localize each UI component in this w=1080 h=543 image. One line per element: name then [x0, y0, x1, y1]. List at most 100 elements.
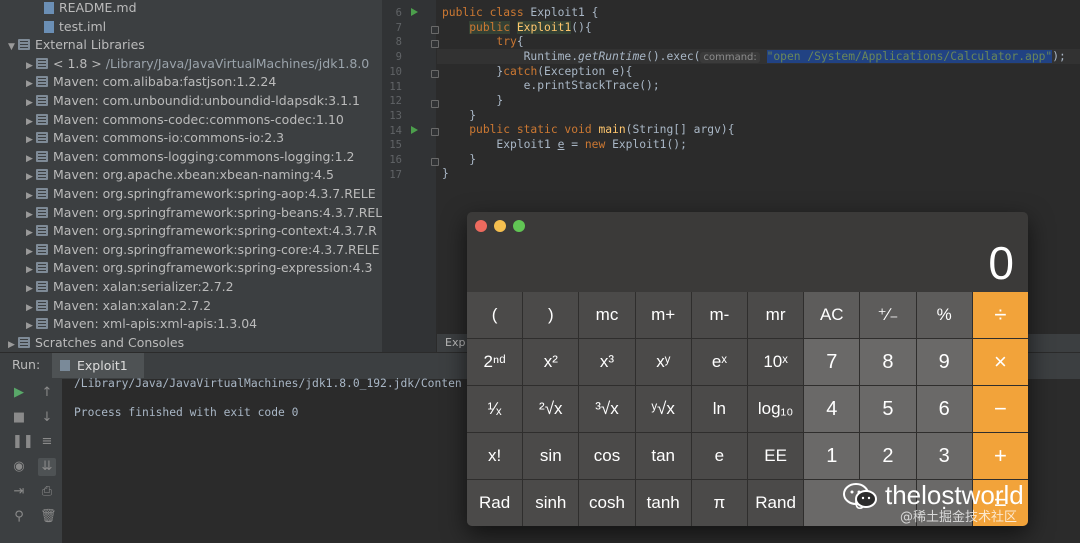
- collapsed-arrow-icon[interactable]: ▶: [26, 280, 36, 298]
- calc-key[interactable]: (: [467, 292, 523, 338]
- calc-key[interactable]: x³: [579, 339, 635, 385]
- calc-key[interactable]: ⁺∕₋: [860, 292, 916, 338]
- calc-key[interactable]: π: [691, 480, 747, 526]
- tree-item[interactable]: ▶ Maven: commons-io:commons-io:2.3: [26, 129, 284, 147]
- stop-icon[interactable]: ■: [12, 411, 26, 425]
- calc-key[interactable]: 3: [916, 433, 972, 479]
- calc-key[interactable]: mr: [748, 292, 804, 338]
- calc-key[interactable]: ): [523, 292, 579, 338]
- scroll-to-end-icon[interactable]: ⇊: [38, 458, 56, 476]
- tree-item[interactable]: ▶ Maven: org.springframework:spring-conte…: [26, 222, 377, 240]
- tree-item[interactable]: ▶ Maven: xml-apis:xml-apis:1.3.04: [26, 315, 257, 333]
- calc-key[interactable]: tanh: [635, 480, 691, 526]
- calc-key[interactable]: m+: [635, 292, 691, 338]
- expanded-arrow-icon[interactable]: ▼: [8, 38, 18, 56]
- calc-key[interactable]: ²√x: [523, 386, 579, 432]
- minimize-window-button[interactable]: [494, 220, 506, 232]
- collapsed-arrow-icon[interactable]: ▶: [26, 299, 36, 317]
- exit-icon[interactable]: ⇥: [12, 485, 26, 499]
- collapsed-arrow-icon[interactable]: ▶: [26, 317, 36, 335]
- run-main-icon[interactable]: [411, 126, 419, 134]
- calc-key[interactable]: x!: [467, 433, 523, 479]
- tree-item[interactable]: ▶ Maven: org.apache.xbean:xbean-naming:4.…: [26, 166, 334, 184]
- run-class-icon[interactable]: [411, 8, 419, 16]
- calc-key[interactable]: ×: [972, 339, 1028, 385]
- collapsed-arrow-icon[interactable]: ▶: [26, 243, 36, 261]
- editor-tab[interactable]: Exp: [445, 334, 465, 352]
- tree-item[interactable]: ▶ Scratches and Consoles: [8, 334, 184, 352]
- tree-item[interactable]: ▶ Maven: org.springframework:spring-core:…: [26, 241, 380, 259]
- tree-item[interactable]: ▶ Maven: com.alibaba:fastjson:1.2.24: [26, 73, 276, 91]
- collapsed-arrow-icon[interactable]: ▶: [26, 168, 36, 186]
- calc-key[interactable]: 8: [860, 339, 916, 385]
- calc-key[interactable]: sinh: [523, 480, 579, 526]
- rerun-icon[interactable]: ▶: [12, 386, 26, 400]
- fold-icon[interactable]: [431, 70, 439, 78]
- calc-key[interactable]: 9: [916, 339, 972, 385]
- calc-key[interactable]: m-: [691, 292, 747, 338]
- collapsed-arrow-icon[interactable]: ▶: [26, 94, 36, 112]
- calc-key[interactable]: −: [972, 386, 1028, 432]
- collapsed-arrow-icon[interactable]: ▶: [26, 131, 36, 149]
- collapsed-arrow-icon[interactable]: ▶: [26, 57, 36, 75]
- calc-key[interactable]: sin: [523, 433, 579, 479]
- calc-key[interactable]: 5: [860, 386, 916, 432]
- fold-icon[interactable]: [431, 26, 439, 34]
- calc-key[interactable]: 10ˣ: [748, 339, 804, 385]
- print-icon[interactable]: ⎙: [40, 485, 54, 499]
- tree-item[interactable]: ▶ Maven: org.springframework:spring-beans…: [26, 204, 382, 222]
- calc-key[interactable]: Rand: [748, 480, 804, 526]
- pin-icon[interactable]: ⚲: [12, 510, 26, 524]
- tree-item[interactable]: ▶ Maven: org.springframework:spring-expre…: [26, 259, 373, 277]
- collapsed-arrow-icon[interactable]: ▶: [26, 187, 36, 205]
- calc-key[interactable]: %: [916, 292, 972, 338]
- calc-key[interactable]: x²: [523, 339, 579, 385]
- calc-key[interactable]: 2: [860, 433, 916, 479]
- calc-key[interactable]: ÷: [972, 292, 1028, 338]
- collapsed-arrow-icon[interactable]: ▶: [26, 206, 36, 224]
- collapsed-arrow-icon[interactable]: ▶: [26, 150, 36, 168]
- tree-item[interactable]: ▶ Maven: commons-logging:commons-logging:…: [26, 148, 355, 166]
- collapsed-arrow-icon[interactable]: ▶: [26, 75, 36, 93]
- calc-key[interactable]: 6: [916, 386, 972, 432]
- tree-item[interactable]: test.iml: [44, 18, 106, 36]
- up-arrow-icon[interactable]: ↑: [40, 386, 54, 400]
- calc-key[interactable]: Rad: [467, 480, 523, 526]
- calc-key[interactable]: ³√x: [579, 386, 635, 432]
- tree-item[interactable]: ▶ Maven: com.unboundid:unboundid-ldapsdk:…: [26, 92, 360, 110]
- fold-icon[interactable]: [431, 128, 439, 136]
- calc-key[interactable]: 4: [804, 386, 860, 432]
- soft-wrap-icon[interactable]: ≡: [40, 435, 54, 449]
- tree-item[interactable]: ▼ External Libraries: [8, 36, 145, 54]
- run-tab-exploit1[interactable]: Exploit1: [52, 353, 144, 378]
- tree-item[interactable]: README.md: [44, 0, 137, 17]
- calc-key[interactable]: cosh: [579, 480, 635, 526]
- close-window-button[interactable]: [475, 220, 487, 232]
- fold-icon[interactable]: [431, 100, 439, 108]
- tree-item[interactable]: ▶ < 1.8 > /Library/Java/JavaVirtualMachin…: [26, 55, 369, 73]
- calc-key[interactable]: log₁₀: [748, 386, 804, 432]
- pause-icon[interactable]: ❚❚: [12, 435, 34, 449]
- collapsed-arrow-icon[interactable]: ▶: [26, 113, 36, 131]
- calc-key[interactable]: cos: [579, 433, 635, 479]
- calc-key[interactable]: EE: [748, 433, 804, 479]
- calc-key[interactable]: ln: [691, 386, 747, 432]
- calc-key[interactable]: AC: [804, 292, 860, 338]
- calc-key[interactable]: 2ⁿᵈ: [467, 339, 523, 385]
- calc-key[interactable]: tan: [635, 433, 691, 479]
- collapsed-arrow-icon[interactable]: ▶: [26, 224, 36, 242]
- calc-key[interactable]: +: [972, 433, 1028, 479]
- calc-key[interactable]: ʸ√x: [635, 386, 691, 432]
- calc-key[interactable]: ¹∕ₓ: [467, 386, 523, 432]
- calc-key[interactable]: xʸ: [635, 339, 691, 385]
- calc-key[interactable]: e: [691, 433, 747, 479]
- calc-key[interactable]: 7: [804, 339, 860, 385]
- down-arrow-icon[interactable]: ↓: [40, 411, 54, 425]
- fold-icon[interactable]: [431, 158, 439, 166]
- tree-item[interactable]: ▶ Maven: xalan:serializer:2.7.2: [26, 278, 234, 296]
- calc-key[interactable]: 1: [804, 433, 860, 479]
- camera-icon[interactable]: ◉: [12, 460, 26, 474]
- collapsed-arrow-icon[interactable]: ▶: [8, 336, 18, 352]
- trash-icon[interactable]: 🗑: [40, 510, 57, 524]
- tree-item[interactable]: ▶ Maven: commons-codec:commons-codec:1.10: [26, 111, 344, 129]
